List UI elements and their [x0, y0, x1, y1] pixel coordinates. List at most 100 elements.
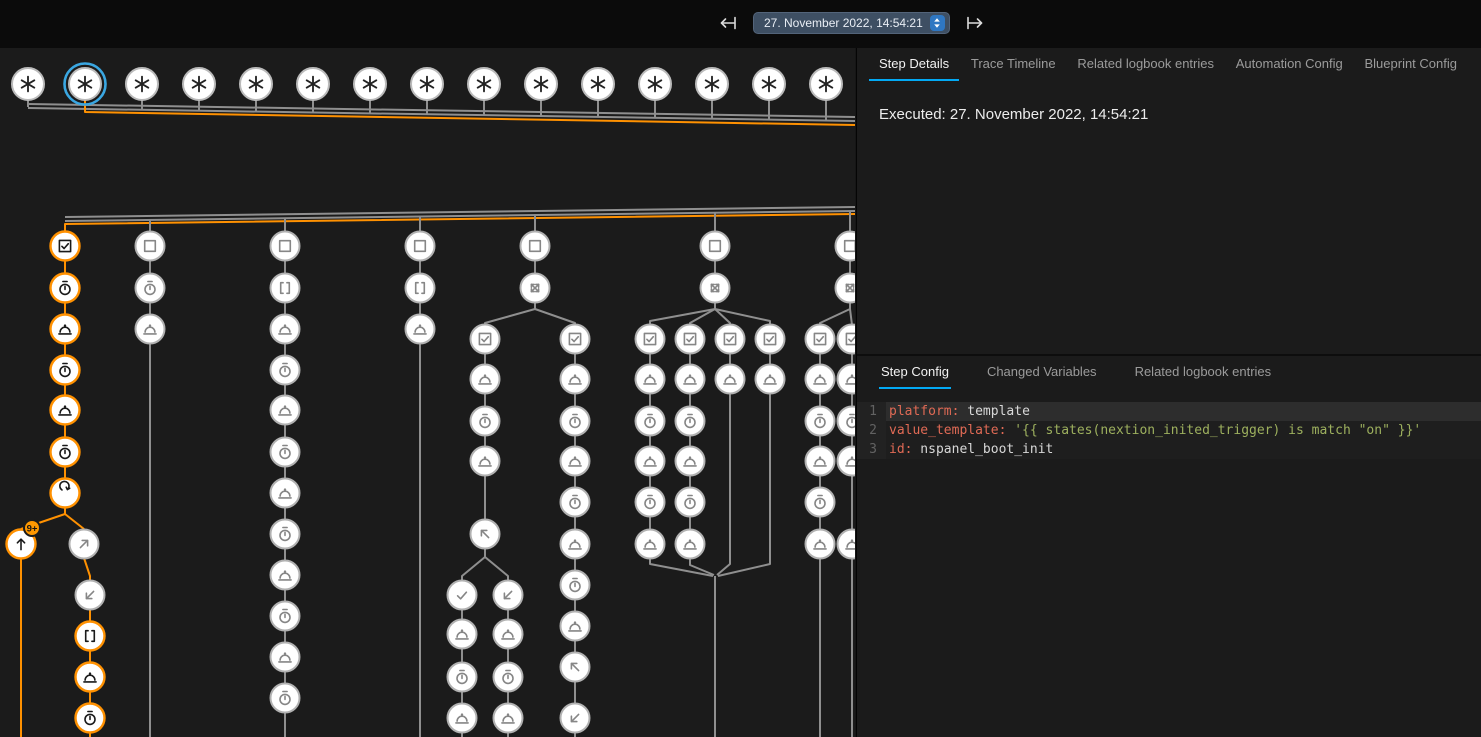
checkbox-checked-node[interactable]	[806, 325, 835, 354]
service-bell-node[interactable]	[716, 365, 745, 394]
arrow-up-left-node[interactable]	[561, 653, 590, 682]
arrow-up-left-node[interactable]	[471, 520, 500, 549]
asterisk-node[interactable]	[753, 68, 785, 100]
service-bell-node[interactable]	[448, 704, 477, 733]
asterisk-node[interactable]	[183, 68, 215, 100]
asterisk-node[interactable]	[240, 68, 272, 100]
asterisk-node[interactable]	[12, 68, 44, 100]
parallel-node[interactable]	[521, 274, 550, 303]
checkbox-checked-node[interactable]	[636, 325, 665, 354]
arrow-down-left-node[interactable]	[76, 581, 105, 610]
service-bell-node[interactable]	[494, 704, 523, 733]
tab-automation-config[interactable]: Automation Config	[1226, 48, 1353, 81]
service-bell-node[interactable]	[636, 447, 665, 476]
square-node[interactable]	[521, 232, 550, 261]
service-bell-node[interactable]	[494, 620, 523, 649]
checkbox-checked-node[interactable]	[676, 325, 705, 354]
square-node[interactable]	[271, 232, 300, 261]
arrow-down-left-node[interactable]	[561, 704, 590, 733]
service-bell-node[interactable]	[561, 447, 590, 476]
square-node[interactable]	[836, 232, 856, 261]
service-bell-node[interactable]	[561, 365, 590, 394]
timer-node[interactable]	[76, 704, 105, 733]
parallel-node[interactable]	[701, 274, 730, 303]
service-bell-node[interactable]	[756, 365, 785, 394]
arrow-up-right-node[interactable]	[70, 530, 99, 559]
service-bell-node[interactable]	[471, 447, 500, 476]
asterisk-node[interactable]	[639, 68, 671, 100]
service-bell-node[interactable]	[676, 447, 705, 476]
checkbox-checked-node[interactable]	[471, 325, 500, 354]
timer-node[interactable]	[471, 407, 500, 436]
service-bell-node[interactable]	[76, 663, 105, 692]
asterisk-node[interactable]	[582, 68, 614, 100]
timer-node[interactable]	[136, 274, 165, 303]
timer-node[interactable]	[51, 438, 80, 467]
asterisk-node[interactable]	[468, 68, 500, 100]
timer-node[interactable]	[676, 407, 705, 436]
service-bell-node[interactable]	[676, 530, 705, 559]
tab-changed-variables[interactable]: Changed Variables	[985, 356, 1099, 389]
square-node[interactable]	[701, 232, 730, 261]
timer-node[interactable]	[561, 571, 590, 600]
timer-node[interactable]	[271, 602, 300, 631]
checkbox-checked-node[interactable]	[716, 325, 745, 354]
asterisk-node[interactable]	[354, 68, 386, 100]
checkbox-checked-node[interactable]	[838, 325, 856, 354]
timer-node[interactable]	[51, 274, 80, 303]
brackets-node[interactable]	[406, 274, 435, 303]
timer-node[interactable]	[806, 488, 835, 517]
checkbox-checked-node[interactable]	[561, 325, 590, 354]
repeat-node[interactable]	[51, 479, 80, 508]
timer-node[interactable]	[561, 488, 590, 517]
service-bell-node[interactable]	[271, 643, 300, 672]
service-bell-node[interactable]	[561, 530, 590, 559]
brackets-node[interactable]	[271, 274, 300, 303]
service-bell-node[interactable]	[636, 365, 665, 394]
timer-node[interactable]	[838, 407, 856, 436]
service-bell-node[interactable]	[271, 479, 300, 508]
service-bell-node[interactable]	[806, 365, 835, 394]
service-bell-node[interactable]	[838, 365, 856, 394]
square-node[interactable]	[406, 232, 435, 261]
tab-step-config[interactable]: Step Config	[879, 356, 951, 389]
service-bell-node[interactable]	[51, 315, 80, 344]
asterisk-node[interactable]	[525, 68, 557, 100]
timer-node[interactable]	[636, 488, 665, 517]
timer-node[interactable]	[271, 356, 300, 385]
tab-step-details[interactable]: Step Details	[869, 48, 959, 81]
service-bell-node[interactable]	[676, 365, 705, 394]
timer-node[interactable]	[448, 663, 477, 692]
next-trace-button[interactable]	[963, 11, 987, 35]
service-bell-node[interactable]	[136, 315, 165, 344]
tab-trace-timeline[interactable]: Trace Timeline	[961, 48, 1066, 81]
timer-node[interactable]	[676, 488, 705, 517]
service-bell-node[interactable]	[471, 365, 500, 394]
service-bell-node[interactable]	[806, 530, 835, 559]
arrow-down-left-node[interactable]	[494, 581, 523, 610]
step-config-code[interactable]: 1platform: template2value_template: '{{ …	[857, 402, 1481, 459]
timer-node[interactable]	[494, 663, 523, 692]
tab-blueprint-config[interactable]: Blueprint Config	[1354, 48, 1467, 81]
timer-node[interactable]	[271, 684, 300, 713]
service-bell-node[interactable]	[448, 620, 477, 649]
trace-select[interactable]: 27. November 2022, 14:54:21	[753, 12, 950, 34]
timer-node[interactable]	[51, 356, 80, 385]
checkbox-checked-node[interactable]	[756, 325, 785, 354]
service-bell-node[interactable]	[51, 396, 80, 425]
previous-trace-button[interactable]	[716, 11, 740, 35]
asterisk-node[interactable]	[126, 68, 158, 100]
tab-related-logbook-entries[interactable]: Related logbook entries	[1133, 356, 1274, 389]
asterisk-node[interactable]	[696, 68, 728, 100]
check-node[interactable]	[448, 581, 477, 610]
service-bell-node[interactable]	[406, 315, 435, 344]
timer-node[interactable]	[636, 407, 665, 436]
service-bell-node[interactable]	[271, 561, 300, 590]
service-bell-node[interactable]	[838, 530, 856, 559]
brackets-node[interactable]	[76, 622, 105, 651]
square-node[interactable]	[136, 232, 165, 261]
service-bell-node[interactable]	[561, 612, 590, 641]
service-bell-node[interactable]	[806, 447, 835, 476]
timer-node[interactable]	[561, 407, 590, 436]
checkbox-checked-node[interactable]	[51, 232, 80, 261]
